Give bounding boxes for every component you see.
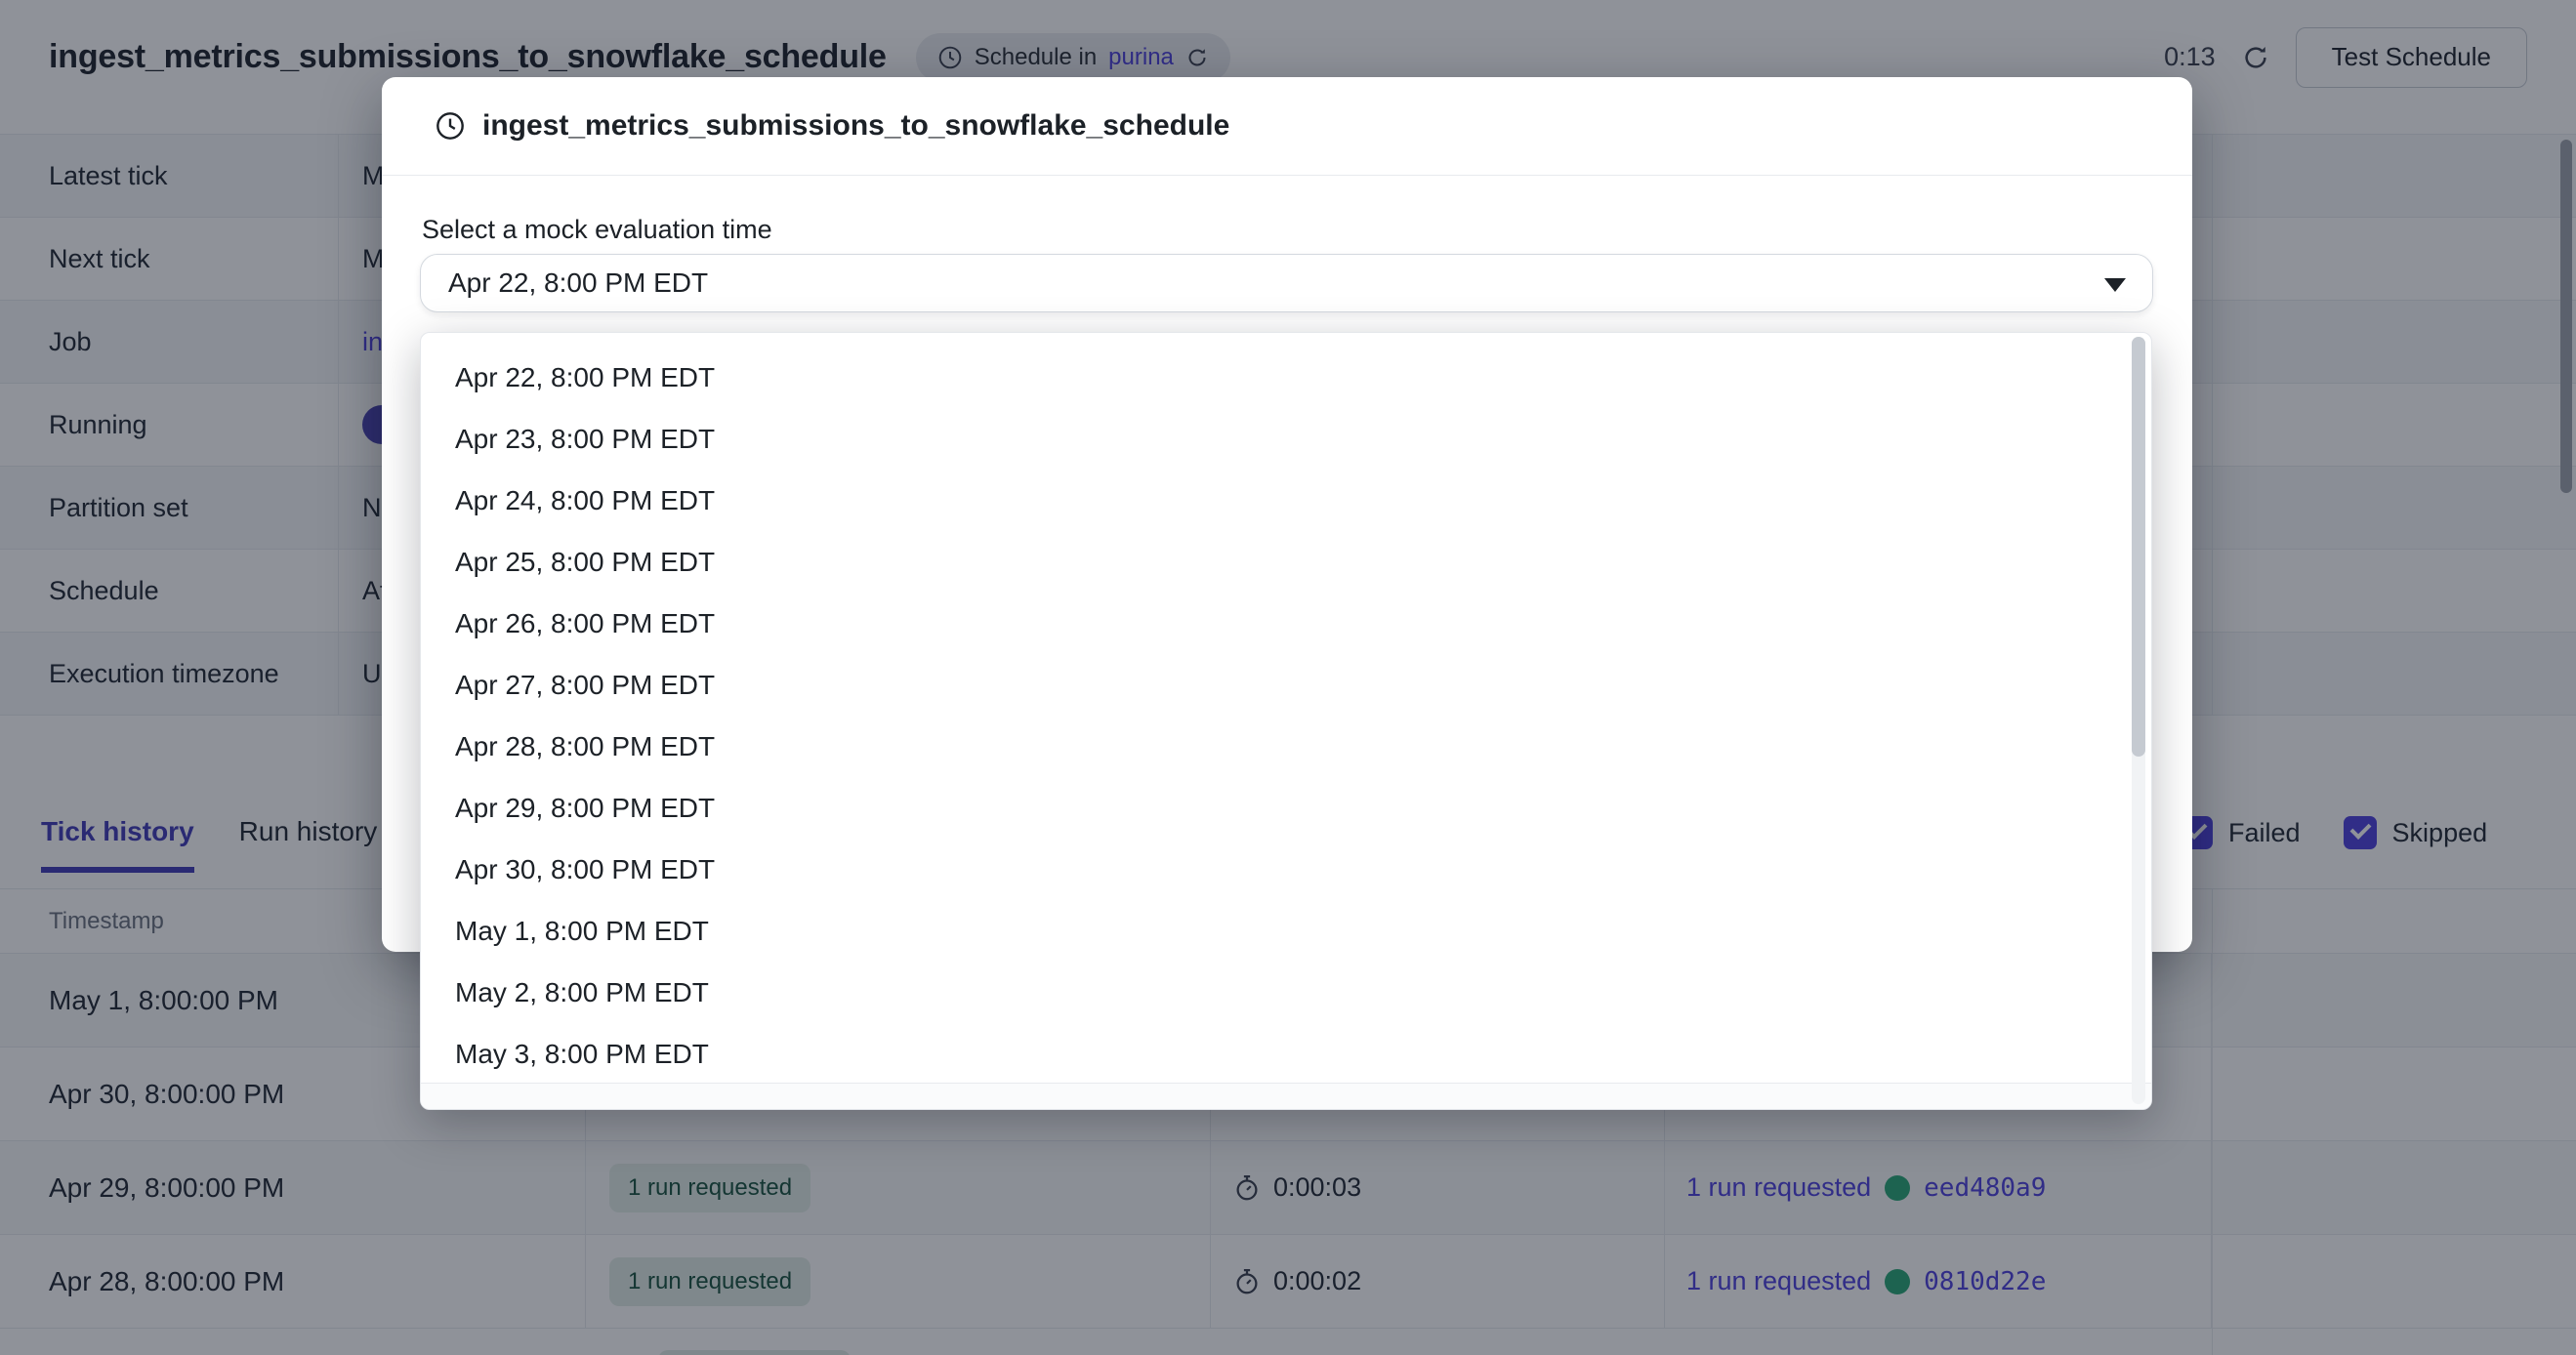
dialog-header: ingest_metrics_submissions_to_snowflake_… [382, 77, 2192, 176]
dropdown-option[interactable]: May 2, 8:00 PM EDT [421, 962, 2151, 1023]
dropdown-option[interactable]: Apr 22, 8:00 PM EDT [421, 347, 2151, 408]
dropdown-option[interactable]: Apr 27, 8:00 PM EDT [421, 654, 2151, 716]
dropdown-option[interactable]: Apr 28, 8:00 PM EDT [421, 716, 2151, 777]
evaluation-time-dropdown: Apr 22, 8:00 PM EDTApr 23, 8:00 PM EDTAp… [420, 332, 2152, 1110]
dropdown-scrollbar-thumb[interactable] [2132, 337, 2145, 757]
dropdown-option[interactable]: Apr 23, 8:00 PM EDT [421, 408, 2151, 470]
evaluation-time-select[interactable]: Apr 22, 8:00 PM EDT [420, 254, 2153, 312]
option-list: Apr 22, 8:00 PM EDTApr 23, 8:00 PM EDTAp… [421, 333, 2151, 1085]
evaluation-time-label: Select a mock evaluation time [422, 215, 772, 245]
selected-option-value: Apr 22, 8:00 PM EDT [448, 267, 708, 299]
dropdown-option[interactable]: Apr 26, 8:00 PM EDT [421, 593, 2151, 654]
dropdown-option[interactable]: Apr 24, 8:00 PM EDT [421, 470, 2151, 531]
dropdown-option[interactable]: Apr 25, 8:00 PM EDT [421, 531, 2151, 593]
dropdown-option[interactable]: May 1, 8:00 PM EDT [421, 900, 2151, 962]
dropdown-option[interactable]: Apr 29, 8:00 PM EDT [421, 777, 2151, 839]
dropdown-option[interactable]: Apr 30, 8:00 PM EDT [421, 839, 2151, 900]
clock-icon [435, 110, 466, 142]
dropdown-footer [421, 1083, 2151, 1109]
schedule-page: ingest_metrics_submissions_to_snowflake_… [0, 0, 2576, 1355]
dropdown-option[interactable]: May 3, 8:00 PM EDT [421, 1023, 2151, 1085]
chevron-down-icon [2104, 278, 2126, 292]
dialog-title: ingest_metrics_submissions_to_snowflake_… [482, 109, 1229, 143]
